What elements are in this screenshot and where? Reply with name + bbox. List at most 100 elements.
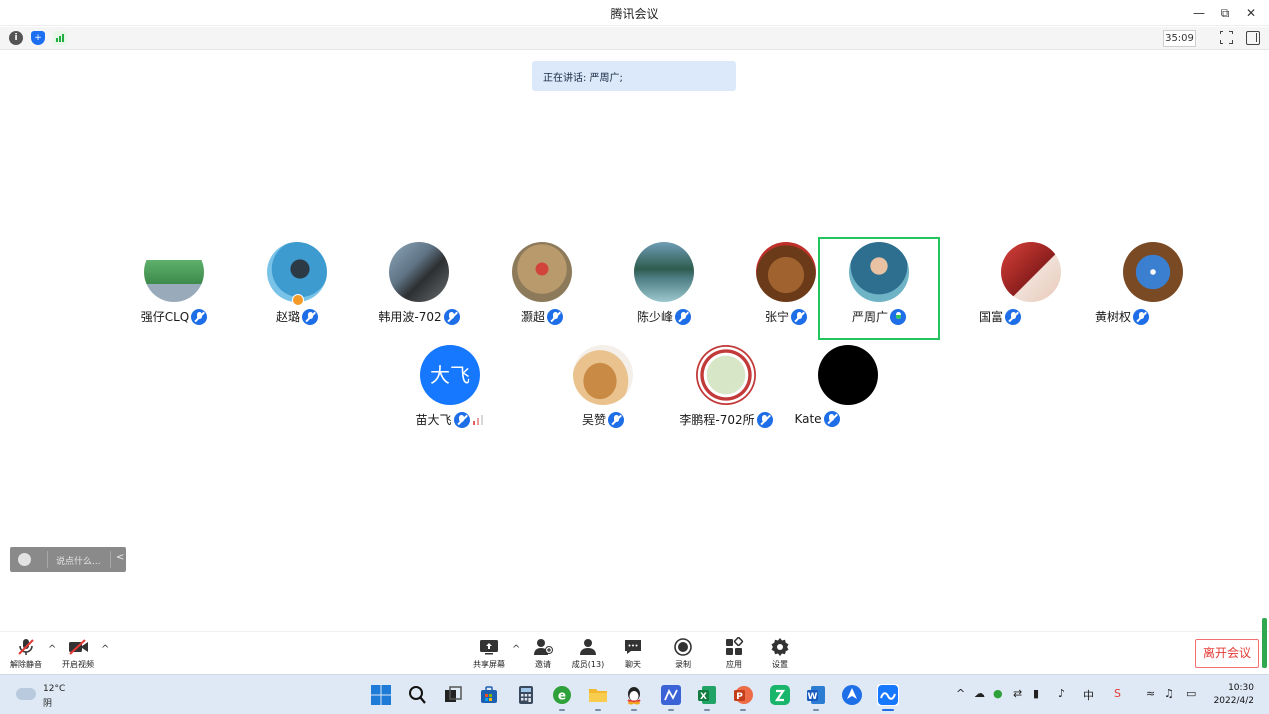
meeting-window: 腾讯会议 — ⧉ ✕ i + 35:09 正在讲话: 严周广; 强仔CLQ 赵璐… xyxy=(0,0,1269,714)
search-icon[interactable] xyxy=(406,684,428,706)
start-video-button[interactable]: 开启视频 xyxy=(55,637,101,673)
title-bar: 腾讯会议 — ⧉ ✕ xyxy=(0,0,1269,26)
participant-tile-speaking[interactable]: 严周广 xyxy=(818,238,940,338)
system-clock[interactable]: 10:30 2022/4/2 xyxy=(1214,682,1254,708)
window-title: 腾讯会议 xyxy=(610,7,659,21)
record-button[interactable]: 录制 xyxy=(660,637,706,673)
chat-button[interactable]: 聊天 xyxy=(610,637,656,673)
host-badge-icon xyxy=(292,294,304,306)
minimize-button[interactable]: — xyxy=(1189,3,1209,23)
muted-mic-icon xyxy=(791,308,807,325)
store-icon[interactable] xyxy=(478,684,500,706)
chat-quick-input[interactable]: 说点什么... < xyxy=(10,547,126,572)
navigation-app-icon[interactable] xyxy=(841,684,863,706)
participant-tile[interactable]: 大飞 苗大飞 xyxy=(389,341,511,441)
muted-mic-icon xyxy=(302,308,318,325)
avatar xyxy=(389,242,449,302)
wifi-icon[interactable]: ≈ xyxy=(1146,687,1155,700)
side-panel-icon[interactable] xyxy=(1246,31,1260,45)
members-icon xyxy=(578,637,598,657)
draw-app-icon[interactable] xyxy=(660,684,682,706)
tray-s-icon[interactable]: S xyxy=(1114,687,1121,700)
speaking-text: 正在讲话: 严周广; xyxy=(543,73,623,84)
participant-name: 韩用波-702 xyxy=(378,310,442,324)
settings-label: 设置 xyxy=(772,660,788,669)
qq-icon[interactable] xyxy=(623,684,645,706)
members-button[interactable]: 成员(13) xyxy=(565,637,611,673)
svg-text:X: X xyxy=(700,692,707,702)
onedrive-icon[interactable]: ☁ xyxy=(974,687,985,700)
tencent-meeting-taskbar-icon[interactable] xyxy=(877,684,899,706)
muted-mic-icon xyxy=(547,308,563,325)
meeting-toolbar: 解除静音 ^ 开启视频 ^ 共享屏幕 ^ 邀请 成员(13) 聊天 录制 应用 … xyxy=(0,631,1269,674)
info-icon[interactable]: i xyxy=(9,31,23,45)
settings-button[interactable]: 设置 xyxy=(757,637,803,673)
add-person-icon xyxy=(533,637,553,657)
participant-tile[interactable]: 韩用波-702 xyxy=(358,238,480,338)
participant-name: 陈少峰 xyxy=(636,310,673,324)
restore-button[interactable]: ⧉ xyxy=(1215,3,1235,23)
tray-chart-icon[interactable]: ▮ xyxy=(1033,687,1039,700)
video-options-caret[interactable]: ^ xyxy=(101,644,109,655)
avatar xyxy=(756,242,816,302)
excel-icon[interactable]: X xyxy=(696,684,718,706)
avatar xyxy=(1123,242,1183,302)
meeting-timer: 35:09 xyxy=(1163,30,1196,47)
file-explorer-icon[interactable] xyxy=(587,684,609,706)
windows-start-icon[interactable] xyxy=(370,684,392,706)
word-icon[interactable]: W xyxy=(805,684,827,706)
close-button[interactable]: ✕ xyxy=(1241,3,1261,23)
avatar: 大飞 xyxy=(420,345,480,405)
muted-mic-icon xyxy=(1133,308,1149,325)
participant-name: 强仔CLQ xyxy=(140,310,190,324)
invite-label: 邀请 xyxy=(535,660,551,669)
participant-tile[interactable]: 吴赞 xyxy=(542,341,664,441)
weather-temp: 12°C xyxy=(43,684,66,694)
participant-tile[interactable]: 灏超 xyxy=(481,238,603,338)
chat-placeholder[interactable]: 说点什么... xyxy=(56,554,101,567)
participant-tile[interactable]: Kate xyxy=(787,341,909,441)
shield-icon[interactable]: + xyxy=(31,31,45,45)
share-screen-icon xyxy=(479,637,499,657)
participant-name: 灏超 xyxy=(520,310,545,324)
task-view-icon[interactable] xyxy=(442,684,464,706)
share-screen-button[interactable]: 共享屏幕 xyxy=(466,637,512,673)
start-video-label: 开启视频 xyxy=(62,660,94,669)
emoji-icon[interactable] xyxy=(18,553,31,566)
os-taskbar: 12°C 阴 e X P W ^ ☁ ● ⇄ ▮ ♪ 中 S ≈ ♫ ▭ 10:… xyxy=(0,674,1269,714)
participant-tile[interactable]: 强仔CLQ xyxy=(113,238,235,338)
fullscreen-icon[interactable] xyxy=(1219,30,1233,44)
speaking-mic-icon xyxy=(890,308,906,325)
unmute-button[interactable]: 解除静音 xyxy=(3,637,49,673)
battery-icon[interactable]: ▭ xyxy=(1186,687,1196,700)
participant-name: 吴赞 xyxy=(581,413,606,427)
green-app-icon[interactable] xyxy=(769,684,791,706)
signal-icon[interactable] xyxy=(53,31,67,45)
participant-tile[interactable]: 赵璐 xyxy=(236,238,358,338)
tray-app-icon[interactable]: ● xyxy=(993,687,1003,700)
invite-button[interactable]: 邀请 xyxy=(520,637,566,673)
powerpoint-icon[interactable]: P xyxy=(732,684,754,706)
leave-meeting-button[interactable]: 离开会议 xyxy=(1195,639,1259,668)
side-scrollbar[interactable] xyxy=(1262,618,1267,668)
volume-icon[interactable]: ♫ xyxy=(1164,687,1174,700)
participant-tile[interactable]: 黄树权 xyxy=(1092,238,1214,338)
participant-tile[interactable]: 陈少峰 xyxy=(603,238,725,338)
calculator-icon[interactable] xyxy=(515,684,537,706)
tray-mic-icon[interactable]: ♪ xyxy=(1058,687,1065,700)
apps-label: 应用 xyxy=(726,660,742,669)
clock-date: 2022/4/2 xyxy=(1213,696,1254,706)
weather-widget[interactable]: 12°C 阴 xyxy=(16,683,76,709)
network-settings-icon[interactable]: ⇄ xyxy=(1013,687,1022,700)
avatar xyxy=(818,345,878,405)
tray-overflow-icon[interactable]: ^ xyxy=(956,687,965,700)
avatar xyxy=(144,242,204,302)
participant-name: 国富 xyxy=(978,310,1003,324)
input-method-icon[interactable]: 中 xyxy=(1083,687,1094,703)
apps-button[interactable]: 应用 xyxy=(711,636,757,673)
collapse-icon[interactable]: < xyxy=(116,552,124,563)
video-off-icon xyxy=(68,637,88,657)
weather-desc: 阴 xyxy=(43,699,53,709)
apps-grid-icon xyxy=(724,636,744,657)
browser-icon[interactable]: e xyxy=(551,684,573,706)
